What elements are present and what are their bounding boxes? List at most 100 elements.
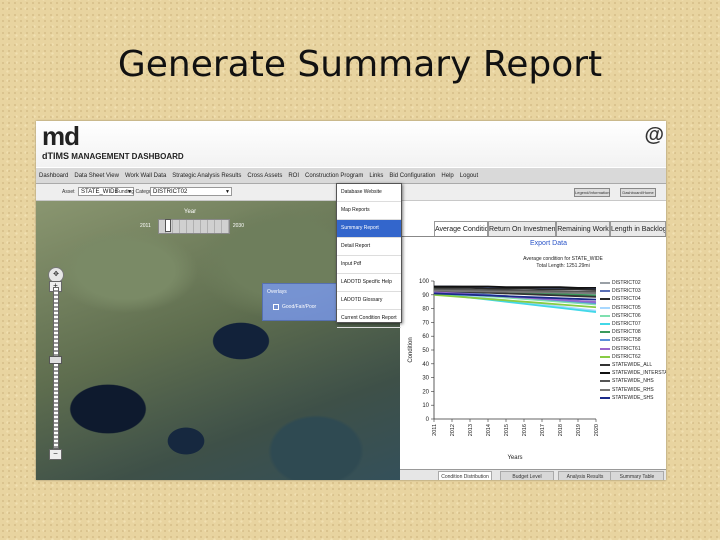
x-tick-label: 2012 xyxy=(450,424,456,436)
legend-swatch xyxy=(600,298,610,301)
overlay-checkbox[interactable] xyxy=(273,304,279,310)
legend-label: STATEWIDE_ALL xyxy=(612,361,653,368)
legend-swatch xyxy=(600,339,610,342)
y-tick-label: 30 xyxy=(422,376,429,382)
x-tick-label: 2020 xyxy=(594,424,600,436)
bottom-tab[interactable]: Analysis Results xyxy=(558,471,612,480)
legend-label: DISTRICT02 xyxy=(612,280,641,287)
legend-swatch xyxy=(600,363,610,366)
legend-label: DISTRICT05 xyxy=(612,304,641,311)
legend-entry: DISTRICT62 xyxy=(600,353,666,361)
legend-label: DISTRICT61 xyxy=(612,345,641,352)
x-tick-label: 2019 xyxy=(576,424,582,436)
dropdown-item[interactable]: Database Website xyxy=(337,184,401,202)
nav-item[interactable]: Strategic Analysis Results xyxy=(169,173,244,179)
x-tick-label: 2014 xyxy=(486,424,492,436)
x-axis-label: Years xyxy=(507,455,522,461)
dropdown-item[interactable]: LADOTD Specific Help xyxy=(337,274,401,292)
y-tick-label: 90 xyxy=(422,293,429,299)
bottom-tab[interactable]: Summary Table xyxy=(610,471,664,480)
legend-entry: STATEWIDE_RHS xyxy=(600,385,666,393)
logo-sub-main: MANAGEMENT DASHBOARD xyxy=(71,152,184,161)
asset-label: Asset xyxy=(62,189,75,195)
dropdown-item[interactable]: Input Pdf xyxy=(337,256,401,274)
nav-item[interactable]: ROI xyxy=(285,173,302,179)
zoom-slider-handle[interactable] xyxy=(49,356,62,365)
app-logo: md xyxy=(42,121,80,151)
legend-label: DISTRICT07 xyxy=(612,321,641,328)
legend-entry: DISTRICT07 xyxy=(600,320,666,328)
legend-entry: DISTRICT03 xyxy=(600,287,666,295)
y-tick-label: 70 xyxy=(422,320,429,326)
nav-item[interactable]: Cross Assets xyxy=(244,173,285,179)
legend-entry: DISTRICT02 xyxy=(600,279,666,287)
legend-label: DISTRICT58 xyxy=(612,337,641,344)
legend-entry: DISTRICT58 xyxy=(600,336,666,344)
chevron-down-icon: ▼ xyxy=(225,189,230,195)
nav-item[interactable]: Logout xyxy=(457,173,481,179)
legend-entry: STATEWIDE_SHS xyxy=(600,394,666,402)
chart-legend: DISTRICT02 DISTRICT03 DISTRICT04 DISTRICT05… xyxy=(600,279,666,402)
zoom-slider[interactable] xyxy=(53,287,59,449)
legend-swatch xyxy=(600,347,610,350)
year-end-label: 2030 xyxy=(232,223,244,229)
legend-swatch xyxy=(600,314,610,317)
nav-item[interactable]: Construction Program xyxy=(302,173,366,179)
dashboard-home-button[interactable]: Dashboard/Home xyxy=(620,188,656,197)
legend-swatch xyxy=(600,372,610,375)
year-slider-panel: Year 2011 2030 xyxy=(140,209,244,239)
app-screenshot: md dTIMS MANAGEMENT DASHBOARD @ Dashboar… xyxy=(36,121,666,480)
legend-swatch xyxy=(600,306,610,309)
year-slider-thumb[interactable] xyxy=(165,219,172,232)
y-tick-label: 60 xyxy=(422,334,429,340)
bottom-tab[interactable]: Condition Distribution xyxy=(438,471,492,480)
legend-label: STATEWIDE_INTERSTATE xyxy=(612,370,666,377)
dropdown-item[interactable]: Current Condition Report xyxy=(337,310,401,328)
dropdown-item[interactable]: Summary Report xyxy=(337,220,401,238)
y-tick-label: 40 xyxy=(422,362,429,368)
legend-entry: DISTRICT06 xyxy=(600,312,666,320)
x-tick-label: 2015 xyxy=(504,424,510,436)
y-tick-label: 10 xyxy=(422,403,429,409)
nav-item[interactable]: Dashboard xyxy=(36,173,71,179)
app-logo-subtitle: dTIMS MANAGEMENT DASHBOARD xyxy=(42,151,184,161)
category-select[interactable]: DISTRICT02 ▼ xyxy=(150,187,232,196)
corner-logo-icon: @ xyxy=(644,124,664,146)
nav-item[interactable]: Links xyxy=(366,173,386,179)
legend-entry: DISTRICT61 xyxy=(600,345,666,353)
legend-label: STATEWIDE_NHS xyxy=(612,378,654,385)
bottom-tab[interactable]: Budget Level xyxy=(500,471,554,480)
legend-info-button[interactable]: Legend/Information xyxy=(574,188,610,197)
main-nav: Dashboard Data Sheet View Work Wall Data St… xyxy=(36,168,666,184)
legend-entry: STATEWIDE_INTERSTATE xyxy=(600,369,666,377)
legend-entry: DISTRICT05 xyxy=(600,304,666,312)
year-label: Year xyxy=(184,209,197,215)
legend-swatch xyxy=(600,331,610,334)
nav-item[interactable]: Data Sheet View xyxy=(71,173,122,179)
nav-item[interactable]: Help xyxy=(438,173,456,179)
x-tick-label: 2018 xyxy=(558,424,564,436)
dropdown-item[interactable]: Detail Report xyxy=(337,238,401,256)
bottom-tabs: Condition Distribution Budget Level Analys… xyxy=(400,469,666,480)
dropdown-item[interactable]: Map Reports xyxy=(337,202,401,220)
x-tick-label: 2011 xyxy=(432,424,438,436)
overlay-panel: Overlays Good/Fair/Poor xyxy=(262,283,338,321)
y-tick-label: 20 xyxy=(422,389,429,395)
dropdown-item[interactable]: LADOTD Glossary xyxy=(337,292,401,310)
slide-title: Generate Summary Report xyxy=(117,44,603,85)
year-start-label: 2011 xyxy=(140,223,151,229)
zoom-out-button[interactable]: − xyxy=(49,449,62,460)
legend-entry: DISTRICT08 xyxy=(600,328,666,336)
x-tick-label: 2016 xyxy=(522,424,528,436)
year-slider[interactable] xyxy=(158,219,230,234)
nav-item[interactable]: Bid Configuration xyxy=(386,173,438,179)
x-tick-label: 2017 xyxy=(540,424,546,436)
nav-item[interactable]: Work Wall Data xyxy=(122,173,169,179)
legend-swatch xyxy=(600,282,610,285)
legend-label: STATEWIDE_RHS xyxy=(612,386,654,393)
legend-label: DISTRICT04 xyxy=(612,296,641,303)
legend-entry: STATEWIDE_ALL xyxy=(600,361,666,369)
y-tick-label: 80 xyxy=(422,307,429,313)
overlay-title: Overlays xyxy=(267,289,287,295)
legend-label: DISTRICT62 xyxy=(612,353,641,360)
